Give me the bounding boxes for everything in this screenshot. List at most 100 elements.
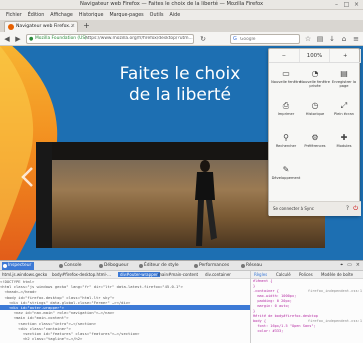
rule-text: margin: 0 auto;: [253, 304, 290, 308]
menu-item-label: Plein écran: [334, 112, 354, 116]
home-icon[interactable]: ⌂: [339, 34, 349, 44]
search-input[interactable]: [240, 36, 298, 43]
menu-item-search[interactable]: ⚲ Rechercher: [271, 131, 301, 159]
menu-item-addons[interactable]: ✚ Modules: [329, 131, 359, 159]
menu-item-label: Nouvelle fenêtre: [271, 80, 301, 84]
help-icon[interactable]: ?: [346, 205, 349, 212]
search-engine-icon: G: [233, 36, 237, 42]
close-icon[interactable]: ×: [353, 1, 360, 8]
style-editor-icon: [139, 264, 143, 268]
tab-label: Éditeur de style: [144, 263, 179, 268]
menu-fichier[interactable]: Fichier: [6, 13, 22, 18]
tab-performances[interactable]: Performances: [193, 262, 229, 270]
bookmarks-list-icon[interactable]: ▤: [315, 34, 325, 44]
zoom-out-button[interactable]: −: [269, 49, 300, 62]
rule-source-link[interactable]: firefox_independent.css:1: [308, 319, 363, 324]
tab-label: Inspecteur: [8, 263, 32, 268]
back-icon[interactable]: ◀: [2, 34, 12, 44]
breadcrumb-item[interactable]: body#firefox-desktop.html-...: [52, 272, 111, 277]
breadcrumb-item[interactable]: main#main-content: [158, 272, 198, 277]
hero-left-strip: [36, 142, 52, 248]
breadcrumb: html.js.windows.gecko body#firefox-deskt…: [0, 271, 250, 279]
history-icon: ◷: [311, 101, 319, 110]
forward-icon[interactable]: ▶: [13, 34, 23, 44]
rule-text: color: #333;: [253, 329, 284, 333]
maximize-icon[interactable]: □: [343, 1, 350, 8]
tab-editeur-de-style[interactable]: Éditeur de style: [138, 262, 179, 270]
menu-item-mask[interactable]: ◔ Nouvelle fenêtre privée: [300, 67, 330, 95]
tab-reseau[interactable]: Réseau: [240, 262, 262, 270]
tab-label: Navigateur web Firefox...: [16, 24, 74, 29]
tab-firefox[interactable]: Navigateur web Firefox... ×: [4, 21, 78, 32]
devtools-close-icon[interactable]: ×: [356, 262, 360, 268]
headline-line-2: de la liberté: [128, 85, 231, 105]
url-bar[interactable]: ● Mozilla Foundation (US) https://www.mo…: [26, 34, 194, 44]
tab-console[interactable]: Console: [58, 262, 81, 270]
main-menu-panel: − 100% + ▭ Nouvelle fenêtre ◔ Nouvelle fenê…: [268, 48, 362, 216]
devtools-toolbar-right: ⌖ ▭ ×: [340, 262, 360, 268]
site-identity: Mozilla Foundation (US): [35, 36, 87, 41]
devtools-panel: Inspecteur Console Débogueur Éditeur de …: [0, 260, 363, 343]
reload-icon[interactable]: ↻: [198, 34, 208, 44]
menu-item-history[interactable]: ◷ Historique: [300, 99, 330, 127]
dock-icon[interactable]: ▭: [347, 262, 352, 268]
zoom-reset-button[interactable]: 100%: [300, 49, 331, 62]
markup-line[interactable]: <h2 class="tagline">…</h2>: [0, 336, 250, 341]
carousel-prev-icon[interactable]: [20, 166, 34, 188]
debugger-icon: [99, 264, 103, 268]
menu-historique[interactable]: Historique: [79, 13, 104, 18]
tab-inspecteur[interactable]: Inspecteur: [2, 262, 35, 270]
tab-modele-de-boite[interactable]: Modèle de boîte: [321, 272, 353, 277]
menu-item-fullscreen[interactable]: ⤢ Plein écran: [329, 99, 359, 127]
menu-marque-pages[interactable]: Marque-pages: [109, 13, 143, 18]
zoom-in-button[interactable]: +: [330, 49, 362, 62]
tab-close-icon[interactable]: ×: [71, 23, 75, 29]
mask-icon: ◔: [311, 69, 319, 78]
window-controls: – □ ×: [333, 1, 360, 8]
menu-item-save[interactable]: ▤ Enregistrer la page: [329, 67, 359, 95]
new-tab-icon[interactable]: +: [82, 22, 91, 31]
menu-item-document[interactable]: ▭ Nouvelle fenêtre: [271, 67, 301, 95]
menu-affichage[interactable]: Affichage: [50, 13, 73, 18]
navigation-toolbar: ◀ ▶ ● Mozilla Foundation (US) https://ww…: [0, 32, 363, 46]
rule-source-link[interactable]: firefox_independent.css:1: [308, 289, 363, 294]
menu-outils[interactable]: Outils: [150, 13, 164, 18]
rule-text: font: 16px/1.5 "Open Sans";: [253, 324, 316, 328]
quit-icon[interactable]: ⏻: [353, 205, 358, 213]
save-icon: ▤: [340, 69, 348, 78]
menu-hamburger-icon[interactable]: ≡: [351, 34, 361, 44]
menu-item-preferences[interactable]: ⚙ Préférences: [300, 131, 330, 159]
menu-item-label: Modules: [336, 144, 352, 148]
pick-element-icon[interactable]: ⌖: [340, 262, 343, 268]
tab-calcule[interactable]: Calculé: [276, 272, 291, 277]
window-title: Navigateur web Firefox — Faites le choix…: [80, 1, 264, 7]
menu-aide[interactable]: Aide: [170, 13, 181, 18]
preferences-icon: ⚙: [311, 133, 319, 142]
menu-item-label: Historique: [305, 112, 325, 116]
search-icon: ⚲: [283, 133, 289, 142]
bookmark-star-icon[interactable]: ☆: [303, 34, 313, 44]
tab-label: Réseau: [246, 263, 263, 268]
breadcrumb-item[interactable]: div.container: [205, 272, 231, 277]
print-icon: ⎙: [282, 101, 290, 110]
tab-polices[interactable]: Polices: [299, 272, 313, 277]
search-bar[interactable]: G: [230, 34, 300, 44]
rule-text: body {: [253, 319, 266, 323]
tab-strip: Navigateur web Firefox... × +: [0, 20, 363, 32]
css-rule-line[interactable]: color: #333;: [251, 329, 363, 334]
menu-item-label: Développement: [271, 176, 301, 180]
breadcrumb-item[interactable]: html.js.windows.gecko: [2, 272, 47, 277]
rule-text: padding: 0 20px;: [253, 299, 292, 303]
tab-debogueur[interactable]: Débogueur: [98, 262, 128, 270]
download-icon[interactable]: ↓: [327, 34, 337, 44]
headline-line-1: Faites le choix: [119, 64, 241, 84]
addons-icon: ✚: [340, 133, 348, 142]
sync-button[interactable]: Se connecter à Sync: [273, 206, 314, 211]
menu-edition[interactable]: Édition: [28, 13, 45, 18]
performance-icon: [194, 264, 198, 268]
minimize-icon[interactable]: –: [333, 1, 340, 8]
menu-item-print[interactable]: ⎙ Imprimer: [271, 99, 301, 127]
breadcrumb-item-selected[interactable]: div#outer-wrapper: [118, 272, 160, 277]
menu-item-developer[interactable]: ✎ Développement: [271, 163, 301, 191]
tab-regles[interactable]: Règles: [254, 272, 267, 277]
